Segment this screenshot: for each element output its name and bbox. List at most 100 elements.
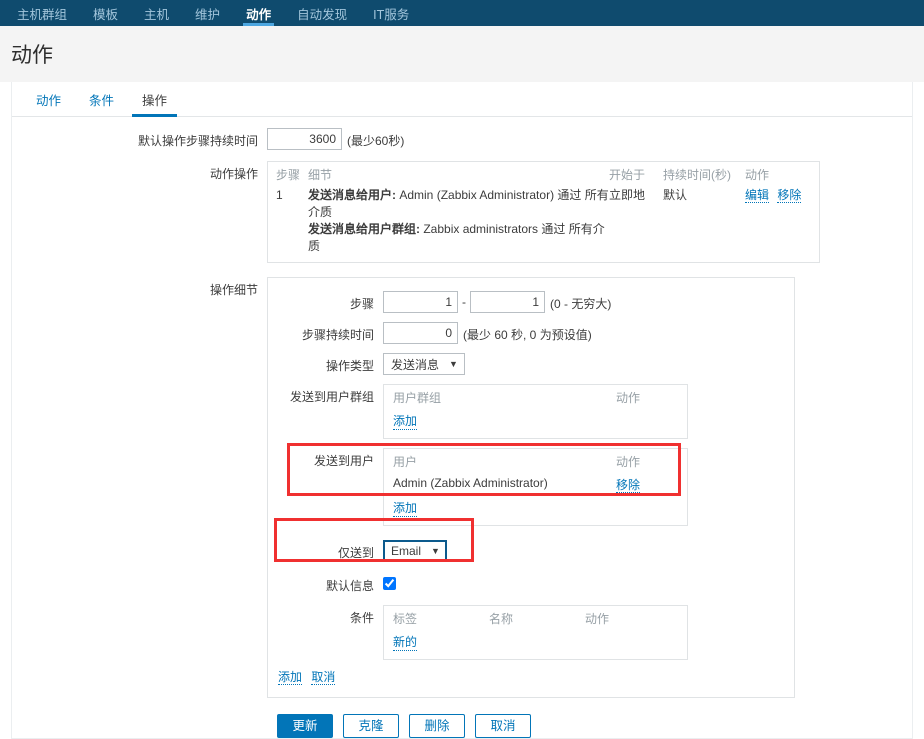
users-table: 用户 动作 Admin (Zabbix Administrator) 移除 添加 [383, 448, 688, 526]
nav-label: 自动发现 [297, 7, 348, 22]
cell-actions: 编辑 移除 [745, 187, 811, 255]
operation-details-panel: 步骤 - (0 - 无穷大) 步骤持续时间 (最少 60 秒, 0 为预设值) [267, 277, 795, 698]
send-only-to-label: 仅送到 [337, 546, 374, 560]
remove-operation-link[interactable]: 移除 [777, 188, 802, 203]
table-row: 1 发送消息给用户: Admin (Zabbix Administrator) … [268, 186, 819, 262]
edit-operation-link[interactable]: 编辑 [745, 188, 770, 203]
step-from-input[interactable] [383, 291, 458, 313]
operation-type-label: 操作类型 [325, 359, 374, 373]
step-duration-hint: (最少 60 秒, 0 为预设值) [463, 328, 592, 342]
action-operations-label: 动作操作 [209, 167, 258, 181]
nav-label: IT服务 [373, 7, 410, 22]
conditions-new-row: 新的 [384, 629, 687, 659]
panel-add-link[interactable]: 添加 [278, 670, 303, 685]
col-header-name: 名称 [489, 612, 514, 626]
tab-conditions[interactable]: 条件 [75, 82, 128, 116]
nav-label: 模板 [93, 7, 119, 22]
conditions-table: 标签 名称 动作 新的 [383, 605, 688, 660]
steps-row: 步骤 - (0 - 无穷大) [268, 291, 794, 313]
cell-details: 发送消息给用户: Admin (Zabbix Administrator) 通过… [308, 187, 609, 255]
operation-type-row: 操作类型 发送消息 ▼ [268, 353, 794, 375]
operation-panel-links: 添加 取消 [268, 660, 794, 685]
add-user-group-link[interactable]: 添加 [393, 412, 418, 430]
conditions-header-row: 标签 名称 动作 [384, 606, 687, 629]
panel-cancel-link[interactable]: 取消 [311, 670, 336, 685]
send-to-users-label: 发送到用户 [313, 454, 374, 468]
tab-label: 操作 [142, 93, 168, 108]
users-table-row: Admin (Zabbix Administrator) 移除 [384, 472, 687, 495]
action-operations-table: 步骤 细节 开始于 持续时间(秒) 动作 1 发送消息给用户: Admin (Z… [267, 161, 820, 263]
action-operations-row: 动作操作 步骤 细节 开始于 持续时间(秒) 动作 1 发送消息给用户: Adm… [12, 161, 912, 263]
tab-label: 条件 [89, 93, 115, 108]
send-only-to-value: Email [391, 544, 422, 558]
user-name: Admin (Zabbix Administrator) [393, 476, 548, 490]
user-groups-add-row: 添加 [384, 408, 687, 438]
page-header: 动作 [0, 26, 924, 82]
table-header-row: 步骤 细节 开始于 持续时间(秒) 动作 [268, 162, 819, 186]
cell-start: 立即地 [609, 188, 646, 202]
tab-label: 动作 [36, 93, 62, 108]
col-header-start: 开始于 [609, 168, 646, 182]
user-row-action: 移除 [616, 476, 678, 493]
clone-button[interactable]: 克隆 [343, 714, 399, 738]
cell-duration: 默认 [663, 188, 688, 202]
nav-item-actions[interactable]: 动作 [233, 0, 284, 26]
col-header-step: 步骤 [276, 168, 301, 182]
operation-details-label: 操作细节 [209, 283, 258, 297]
nav-item-it-services[interactable]: IT服务 [360, 0, 422, 26]
operation-type-value: 发送消息 [391, 357, 440, 372]
nav-item-templates[interactable]: 模板 [80, 0, 131, 26]
nav-item-host-groups[interactable]: 主机群组 [4, 0, 80, 26]
send-to-user-groups-row: 发送到用户群组 用户群组 动作 添加 [268, 384, 794, 439]
col-header-duration: 持续时间(秒) [663, 168, 731, 182]
default-message-checkbox[interactable] [383, 577, 396, 590]
nav-label: 动作 [246, 7, 272, 22]
step-duration-input[interactable] [383, 322, 458, 344]
remove-user-link[interactable]: 移除 [616, 478, 641, 493]
users-header-row: 用户 动作 [384, 449, 687, 472]
default-step-duration-row: 默认操作步骤持续时间 (最少60秒) [12, 128, 912, 150]
default-message-row: 默认信息 [268, 573, 794, 594]
chevron-down-icon: ▼ [431, 546, 440, 556]
detail-line-2: 发送消息给用户群组: Zabbix administrators 通过 所有介质 [308, 221, 609, 255]
nav-item-discovery[interactable]: 自动发现 [284, 0, 360, 26]
col-header-action: 动作 [616, 391, 641, 405]
send-to-user-groups-label: 发送到用户群组 [289, 390, 374, 404]
update-button[interactable]: 更新 [277, 714, 333, 738]
conditions-row: 条件 标签 名称 动作 新的 [268, 605, 794, 660]
operation-type-select[interactable]: 发送消息 ▼ [383, 353, 465, 375]
page-title: 动作 [11, 44, 53, 67]
nav-item-hosts[interactable]: 主机 [131, 0, 182, 26]
default-step-duration-input[interactable] [267, 128, 342, 150]
new-condition-link[interactable]: 新的 [393, 633, 418, 651]
step-to-input[interactable] [470, 291, 545, 313]
conditions-label: 条件 [349, 611, 374, 625]
send-only-to-select[interactable]: Email ▼ [383, 540, 447, 562]
tab-action[interactable]: 动作 [22, 82, 75, 116]
tab-operations[interactable]: 操作 [128, 82, 181, 117]
top-navigation: 主机群组 模板 主机 维护 动作 自动发现 IT服务 [0, 0, 924, 26]
col-header-action: 动作 [616, 455, 641, 469]
user-groups-table: 用户群组 动作 添加 [383, 384, 688, 439]
col-header-action: 动作 [745, 168, 770, 182]
footer-button-row: 更新 克隆 删除 取消 [277, 714, 912, 738]
action-form: 动作 条件 操作 默认操作步骤持续时间 (最少60秒) 动作操作 步骤 细节 开… [11, 82, 913, 739]
steps-hint: (0 - 无穷大) [550, 297, 612, 311]
steps-label: 步骤 [349, 297, 374, 311]
col-header-user: 用户 [393, 455, 418, 469]
cancel-button[interactable]: 取消 [475, 714, 531, 738]
default-step-duration-hint: (最少60秒) [347, 134, 405, 148]
add-user-link[interactable]: 添加 [393, 499, 418, 517]
nav-label: 主机 [144, 7, 170, 22]
step-duration-label: 步骤持续时间 [301, 328, 374, 342]
nav-item-maintenance[interactable]: 维护 [182, 0, 233, 26]
nav-label: 维护 [195, 7, 221, 22]
user-groups-header-row: 用户群组 动作 [384, 385, 687, 408]
default-step-duration-label: 默认操作步骤持续时间 [137, 134, 258, 148]
step-duration-row: 步骤持续时间 (最少 60 秒, 0 为预设值) [268, 322, 794, 344]
delete-button[interactable]: 删除 [409, 714, 465, 738]
detail-label-usergroup: 发送消息给用户群组: [308, 222, 420, 236]
users-add-row: 添加 [384, 495, 687, 525]
send-only-to-row: 仅送到 Email ▼ [268, 540, 794, 562]
detail-line-1: 发送消息给用户: Admin (Zabbix Administrator) 通过… [308, 187, 609, 221]
